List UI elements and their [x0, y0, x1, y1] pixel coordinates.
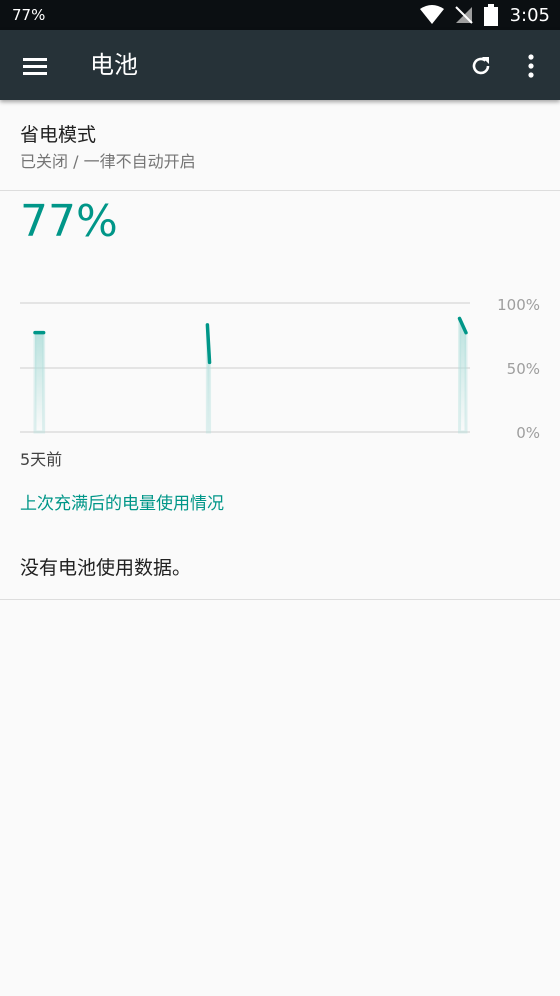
usage-since-full-charge-link[interactable]: 上次充满后的电量使用情况 — [20, 489, 224, 514]
battery-series-fill-1 — [33, 331, 46, 434]
status-bar: 77% 3:05 — [0, 0, 560, 30]
more-options-button[interactable] — [510, 45, 552, 87]
battery-series-line-2 — [205, 323, 212, 365]
divider — [0, 599, 560, 600]
refresh-icon — [472, 57, 490, 75]
menu-icon — [23, 58, 47, 75]
no-usage-data-message: 没有电池使用数据。 — [20, 557, 192, 579]
wifi-icon — [419, 5, 444, 24]
battery-icon — [483, 4, 498, 26]
battery-percentage: 77% — [20, 196, 118, 247]
page-title: 电池 — [90, 51, 138, 79]
more-vert-icon — [528, 54, 534, 78]
battery-saver-title: 省电模式 — [20, 124, 97, 146]
y-tick-label-100: 100% — [497, 296, 540, 314]
battery-history-chart: 100% 50% 0% — [0, 280, 560, 450]
status-icons: 3:05 — [419, 4, 550, 26]
no-signal-icon — [454, 6, 473, 24]
divider — [0, 190, 560, 191]
y-tick-label-0: 0% — [516, 424, 540, 442]
battery-saver-summary: 已关闭 / 一律不自动开启 — [20, 152, 196, 171]
chart-start-label: 5天前 — [20, 450, 63, 469]
menu-button[interactable] — [14, 45, 56, 87]
refresh-button[interactable] — [460, 45, 502, 87]
battery-level-indicator: 77% — [12, 6, 46, 24]
battery-series-fill-3 — [458, 317, 468, 434]
app-bar: 电池 — [0, 30, 560, 100]
chart-svg: 100% 50% 0% — [20, 296, 540, 442]
clock: 3:05 — [509, 4, 550, 26]
battery-saver-item[interactable]: 省电模式 已关闭 / 一律不自动开启 — [0, 100, 560, 190]
y-tick-label-50: 50% — [507, 360, 540, 378]
